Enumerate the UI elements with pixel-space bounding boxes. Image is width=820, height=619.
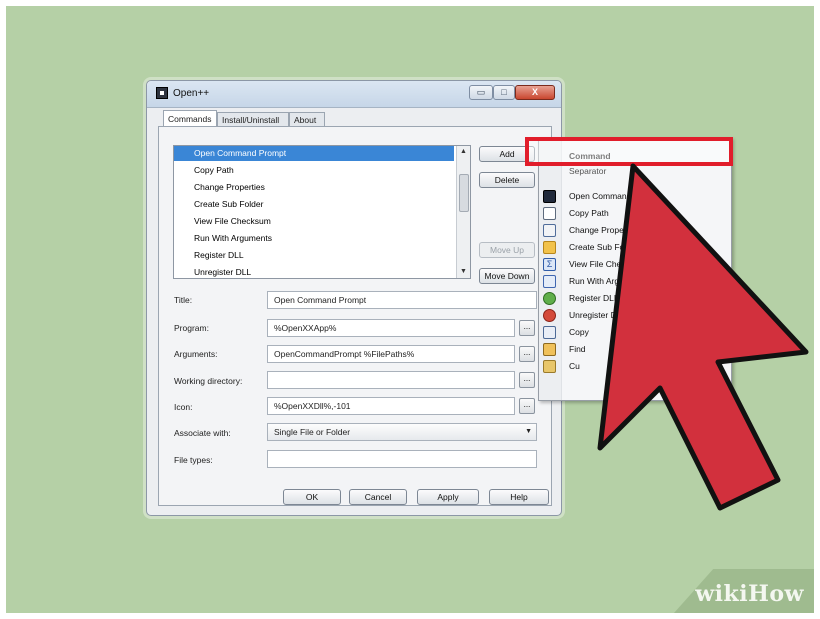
- wikihow-watermark: wikiHow: [695, 581, 804, 607]
- pointer-arrow-icon: [597, 163, 809, 511]
- tutorial-background: Open++ ▭ □ X Commands Install/Uninstall …: [6, 6, 814, 613]
